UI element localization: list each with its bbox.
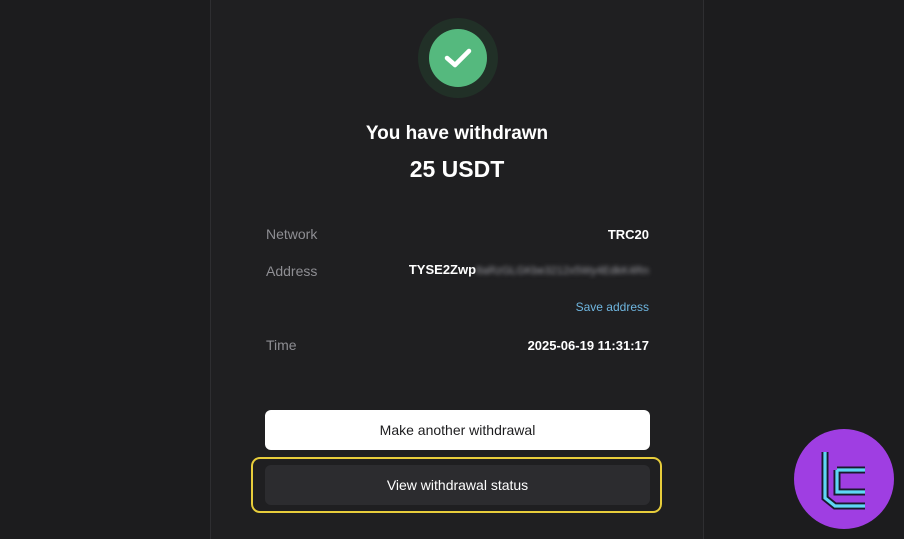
result-amount: 25 USDT [409, 156, 505, 182]
brand-logo-glyph [821, 452, 865, 510]
address-visible: TYSE2Zwp [408, 262, 477, 277]
network-label: Network [266, 226, 318, 242]
time-value: 2025-06-19 11:31:17 [527, 338, 649, 353]
check-icon [444, 48, 472, 68]
time-label: Time [266, 337, 297, 353]
address-masked: 8aRzGLGKbe3212x5Wy4EdkK4Rn [476, 265, 649, 277]
withdrawal-result-panel: You have withdrawn 25 USDT Network TRC20… [210, 0, 704, 539]
network-value: TRC20 [607, 227, 649, 242]
success-circle [429, 29, 487, 87]
result-title: You have withdrawn [365, 123, 549, 144]
save-address-link[interactable]: Save address [576, 300, 649, 314]
view-withdrawal-status-button[interactable]: View withdrawal status [265, 465, 650, 505]
address-value: TYSE2Zwp8aRzGLGKbe3212x5Wy4EdkK4Rn [401, 263, 649, 278]
brand-logo-icon [794, 429, 894, 529]
withdrawal-success-page: You have withdrawn 25 USDT Network TRC20… [0, 0, 904, 539]
address-label: Address [266, 263, 318, 279]
make-another-withdrawal-button[interactable]: Make another withdrawal [265, 410, 650, 450]
success-indicator [418, 18, 498, 98]
